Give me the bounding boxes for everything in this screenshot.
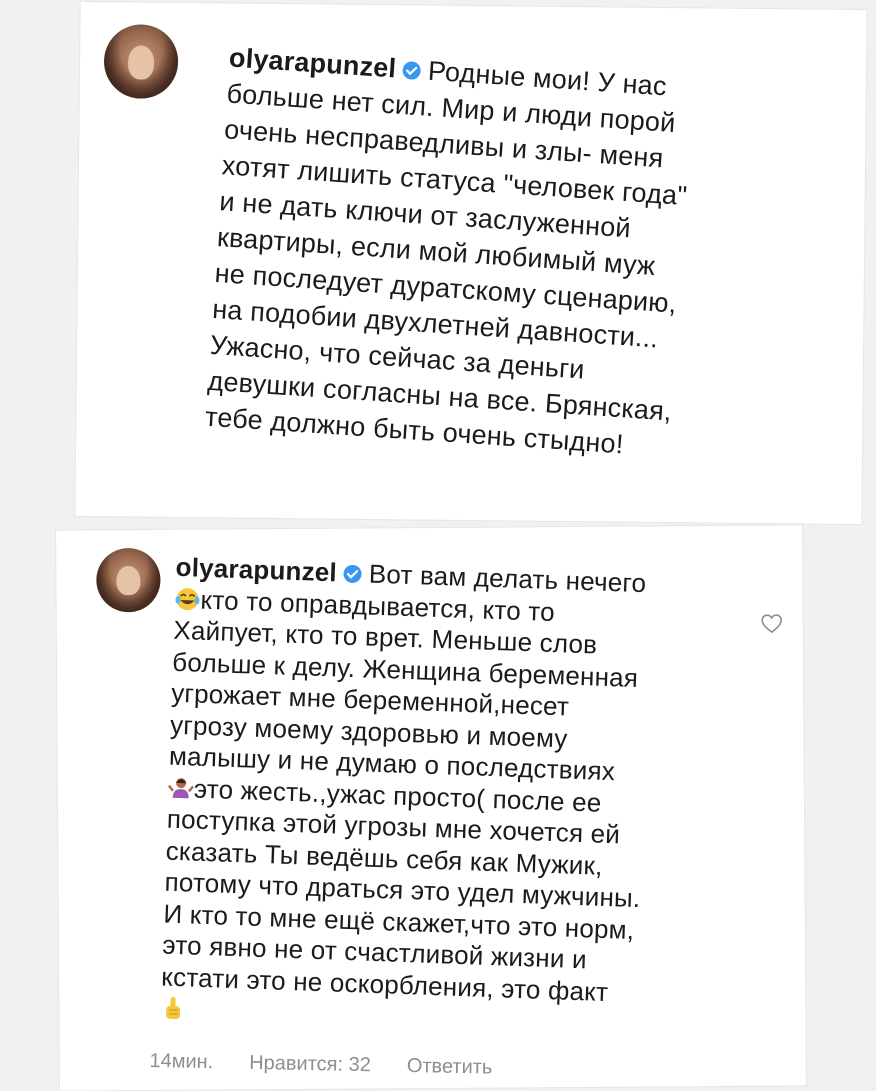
index-pointing-up-icon <box>166 996 181 1020</box>
comment-meta: 14мин. Нравится: 32 Ответить <box>149 1050 528 1080</box>
comment-card-1: olyarapunzel Родные мои! У нас больше нет… <box>75 1 867 525</box>
comment-text-1: olyarapunzel Родные мои! У нас больше нет… <box>204 39 829 474</box>
verified-badge-icon <box>403 61 422 80</box>
username[interactable]: olyarapunzel <box>175 552 337 588</box>
comment-text-2: olyarapunzel Вот вам делать нечего кто то… <box>160 552 736 1044</box>
verified-badge-icon <box>343 564 362 583</box>
likes-count[interactable]: Нравится: 32 <box>249 1052 371 1076</box>
avatar[interactable] <box>96 547 161 613</box>
comment-card-2: olyarapunzel Вот вам делать нечего кто то… <box>56 525 806 1091</box>
username[interactable]: olyarapunzel <box>228 42 397 83</box>
face-with-tears-of-joy-icon <box>175 587 200 610</box>
timestamp: 14мин. <box>149 1049 214 1074</box>
heart-outline-icon[interactable] <box>761 614 783 634</box>
woman-shrugging-icon <box>168 777 194 798</box>
avatar[interactable] <box>103 24 179 99</box>
reply-button[interactable]: Ответить <box>407 1055 493 1079</box>
